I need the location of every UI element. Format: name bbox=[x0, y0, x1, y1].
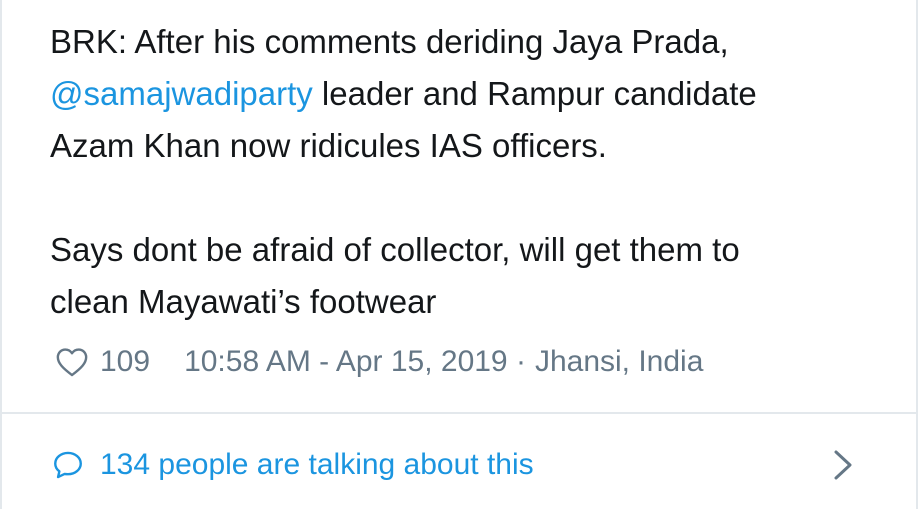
like-count[interactable]: 109 bbox=[100, 345, 150, 379]
tweet-timestamp[interactable]: 10:58 AM - Apr 15, 2019 · bbox=[184, 345, 526, 379]
tweet-line-4: Says dont be afraid of collector, will g… bbox=[50, 231, 740, 268]
tweet-line-3: Azam Khan now ridicules IAS officers. bbox=[50, 127, 607, 164]
tweet-card: BRK: After his comments deriding Jaya Pr… bbox=[0, 0, 918, 509]
tweet-location[interactable]: Jhansi, India bbox=[535, 345, 703, 379]
mention-link[interactable]: @samajwadiparty bbox=[50, 75, 313, 112]
heart-icon[interactable] bbox=[54, 345, 90, 379]
divider bbox=[2, 412, 916, 414]
tweet-line-1: BRK: After his comments deriding Jaya Pr… bbox=[50, 23, 729, 60]
tweet-line-2-text: leader and Rampur candidate bbox=[312, 75, 757, 112]
conversation-link[interactable]: 134 people are talking about this bbox=[50, 440, 870, 490]
conversation-label: 134 people are talking about this bbox=[100, 448, 534, 481]
chevron-right-icon[interactable] bbox=[830, 447, 856, 483]
tweet-line-5: clean Mayawati’s footwear bbox=[50, 283, 437, 320]
tweet-meta: 109 10:58 AM - Apr 15, 2019 · Jhansi, In… bbox=[54, 340, 703, 384]
speech-bubble-icon bbox=[54, 451, 82, 479]
tweet-line-2: @samajwadiparty leader and Rampur candid… bbox=[50, 68, 900, 120]
tweet-text: BRK: After his comments deriding Jaya Pr… bbox=[50, 16, 900, 328]
